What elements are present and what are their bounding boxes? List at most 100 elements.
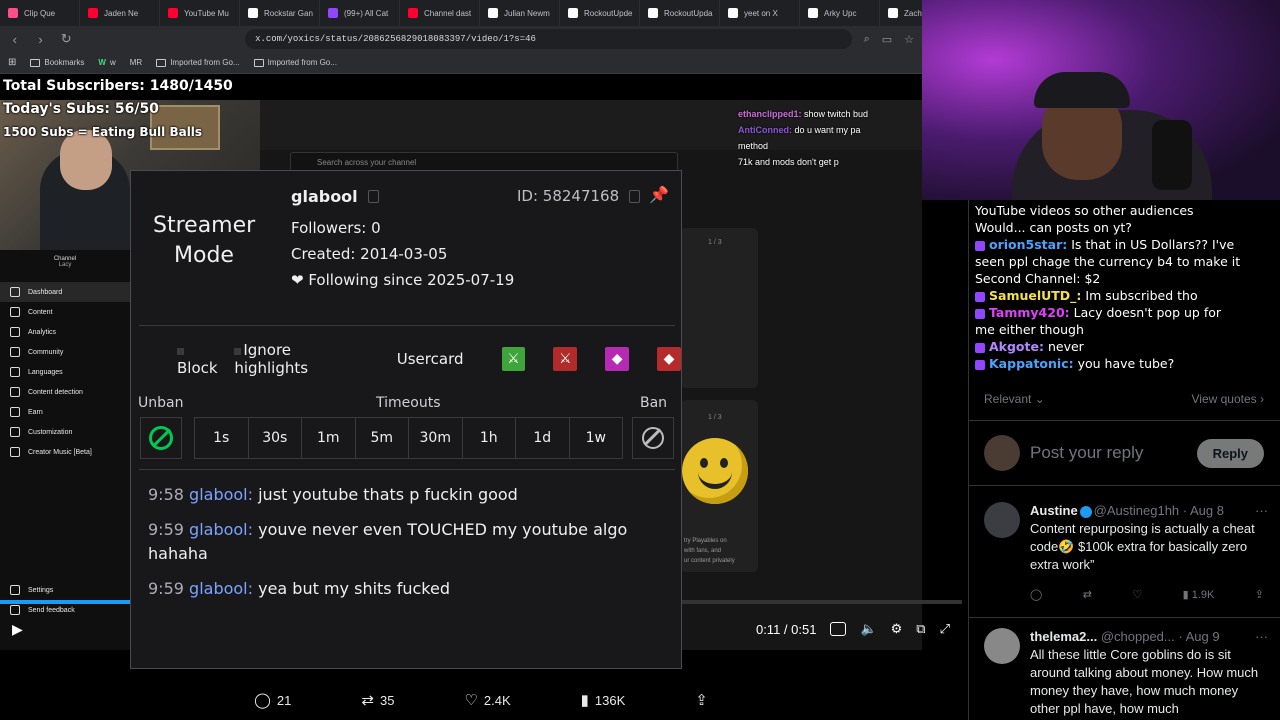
- sub-goal-overlay: 1500 Subs = Eating Bull Balls: [3, 125, 203, 139]
- sidebar-item-community[interactable]: Community: [0, 342, 130, 362]
- block-toggle[interactable]: Block: [177, 341, 226, 377]
- vip-gem-icon[interactable]: ◆: [605, 347, 630, 371]
- sidebar-item-languages[interactable]: Languages: [0, 362, 130, 382]
- chat-username: ethanclipped1:: [738, 109, 802, 119]
- tab-label: RockoutUpde: [584, 8, 633, 18]
- sidebar-label: Languages: [28, 368, 63, 376]
- reply-button[interactable]: Reply: [1196, 438, 1264, 468]
- sidebar-item-analytics[interactable]: Analytics: [0, 322, 130, 342]
- unvip-gem-icon[interactable]: ◆: [657, 347, 681, 371]
- url-field[interactable]: x.com/yoxics/status/2086256829018083397/…: [245, 29, 852, 49]
- timeout-button-1d[interactable]: 1d: [515, 417, 570, 459]
- tweet-author[interactable]: thelema2...: [1030, 629, 1097, 644]
- browser-tab[interactable]: (99+) All Cat: [320, 0, 400, 26]
- browser-tab[interactable]: Clip Que: [0, 0, 80, 26]
- browser-tab[interactable]: yeet on X: [720, 0, 800, 26]
- browser-tab[interactable]: YouTube Mu: [160, 0, 240, 26]
- browser-tab[interactable]: Julian Newm: [480, 0, 560, 26]
- relevant-dropdown[interactable]: Relevant ⌄: [984, 392, 1045, 406]
- bookmark-mr[interactable]: MR: [130, 58, 142, 67]
- settings-icon[interactable]: ⚙: [891, 621, 903, 637]
- reload-icon[interactable]: ↻: [59, 31, 73, 47]
- share-icon[interactable]: ⇪: [1255, 586, 1264, 604]
- timeout-button-1m[interactable]: 1m: [301, 417, 356, 459]
- avatar[interactable]: [984, 628, 1020, 664]
- views-stat[interactable]: ▮ 1.9K: [1183, 586, 1215, 604]
- forward-icon[interactable]: ›: [34, 32, 48, 47]
- followers-count: Followers: 0: [291, 219, 381, 237]
- username[interactable]: glabool: [291, 187, 358, 206]
- timeout-button-1h[interactable]: 1h: [461, 417, 516, 459]
- tweet-author[interactable]: Austine: [1030, 503, 1078, 518]
- pip-icon[interactable]: ⧉: [916, 621, 925, 637]
- ignore-highlights-toggle[interactable]: Ignore highlights: [234, 341, 369, 377]
- usercard-link[interactable]: Usercard: [397, 350, 464, 368]
- studio-sidebar: Channel Lacy Dashboard Content Analytics Co…: [0, 250, 130, 650]
- sidebar-item-content-detection[interactable]: Content detection: [0, 382, 130, 402]
- like-icon[interactable]: ♡: [1132, 586, 1142, 604]
- tweet[interactable]: thelema2... @chopped... · Aug 9 ··· All t…: [968, 628, 1280, 718]
- pin-icon[interactable]: 📌: [649, 185, 669, 204]
- browser-tab[interactable]: RockoutUpde: [560, 0, 640, 26]
- unban-button[interactable]: [140, 417, 182, 459]
- sidebar-item-creator-music-beta[interactable]: Creator Music [Beta]: [0, 442, 130, 462]
- browser-tab[interactable]: Rockstar Gan: [240, 0, 320, 26]
- more-icon[interactable]: ···: [1255, 628, 1268, 646]
- mod-sword-icon[interactable]: ⚔: [501, 347, 526, 371]
- reposts-button[interactable]: ⇄ 35: [361, 691, 394, 709]
- timeout-button-30s[interactable]: 30s: [247, 417, 302, 459]
- timeout-button-1s[interactable]: 1s: [194, 417, 249, 459]
- nav-icon: [10, 407, 20, 417]
- play-icon[interactable]: ▶: [12, 621, 23, 638]
- sidebar-item-customization[interactable]: Customization: [0, 422, 130, 442]
- sidebar-item-earn[interactable]: Earn: [0, 402, 130, 422]
- timeout-button-5m[interactable]: 5m: [354, 417, 409, 459]
- message-username[interactable]: glabool:: [189, 579, 253, 598]
- reply-input[interactable]: Post your reply: [1030, 443, 1187, 463]
- chat-text: you have tube?: [1073, 356, 1175, 371]
- avatar[interactable]: [984, 502, 1020, 538]
- repost-icon[interactable]: ⇄: [1083, 586, 1092, 604]
- timeout-button-1w[interactable]: 1w: [568, 417, 623, 459]
- tab-favicon-icon: [728, 8, 738, 18]
- browser-tab[interactable]: Jaden Ne: [80, 0, 160, 26]
- created-date: Created: 2014-03-05: [291, 245, 448, 263]
- verified-icon: [1079, 505, 1092, 518]
- timeout-button-30m[interactable]: 30m: [408, 417, 463, 459]
- cast-icon[interactable]: ▭: [882, 33, 892, 46]
- browser-tab[interactable]: Arky Upc: [800, 0, 880, 26]
- captions-icon[interactable]: [830, 622, 847, 636]
- bookmark-bookmarks[interactable]: Bookmarks: [30, 58, 84, 67]
- browser-tab[interactable]: RockoutUpda: [640, 0, 720, 26]
- bookmark-w[interactable]: Ww: [98, 58, 115, 67]
- reply-icon[interactable]: ◯: [1030, 586, 1042, 604]
- message-username[interactable]: glabool:: [189, 485, 253, 504]
- message-username[interactable]: glabool:: [189, 520, 253, 539]
- volume-icon[interactable]: 🔈: [860, 621, 876, 637]
- share-button[interactable]: ⇪: [695, 691, 708, 709]
- zoom-icon[interactable]: ⌕: [864, 33, 870, 46]
- browser-tab[interactable]: Channel dast: [400, 0, 480, 26]
- back-icon[interactable]: ‹: [8, 32, 22, 47]
- more-icon[interactable]: ···: [1255, 502, 1268, 520]
- replies-button[interactable]: ◯ 21: [254, 691, 291, 709]
- fullscreen-icon[interactable]: ⤢: [940, 621, 950, 637]
- views-button[interactable]: ▮ 136K: [581, 691, 626, 709]
- studio-search-input[interactable]: Search across your channel: [290, 152, 678, 172]
- sidebar-item-settings[interactable]: Settings: [0, 580, 130, 600]
- tweet[interactable]: Austine @Austineg1hh · Aug 8 ··· Content r…: [968, 502, 1280, 604]
- copy-icon[interactable]: [367, 190, 379, 203]
- star-icon[interactable]: ☆: [904, 33, 914, 46]
- sidebar-item-content[interactable]: Content: [0, 302, 130, 322]
- chat-overlay-right: YouTube videos so other audiences Would..…: [975, 202, 1275, 372]
- likes-button[interactable]: ♡ 2.4K: [464, 691, 510, 709]
- view-quotes-link[interactable]: View quotes ›: [1192, 392, 1265, 406]
- ban-button[interactable]: [632, 417, 674, 459]
- bookmark-imported-1[interactable]: Imported from Go...: [156, 58, 240, 67]
- bookmark-imported-2[interactable]: Imported from Go...: [253, 58, 337, 67]
- browser-tab[interactable]: Zach: [880, 0, 922, 26]
- copy-icon[interactable]: [629, 189, 641, 203]
- apps-icon[interactable]: ⊞: [8, 57, 16, 68]
- sidebar-item-dashboard[interactable]: Dashboard: [0, 282, 130, 302]
- unmod-sword-icon[interactable]: ⚔: [553, 347, 578, 371]
